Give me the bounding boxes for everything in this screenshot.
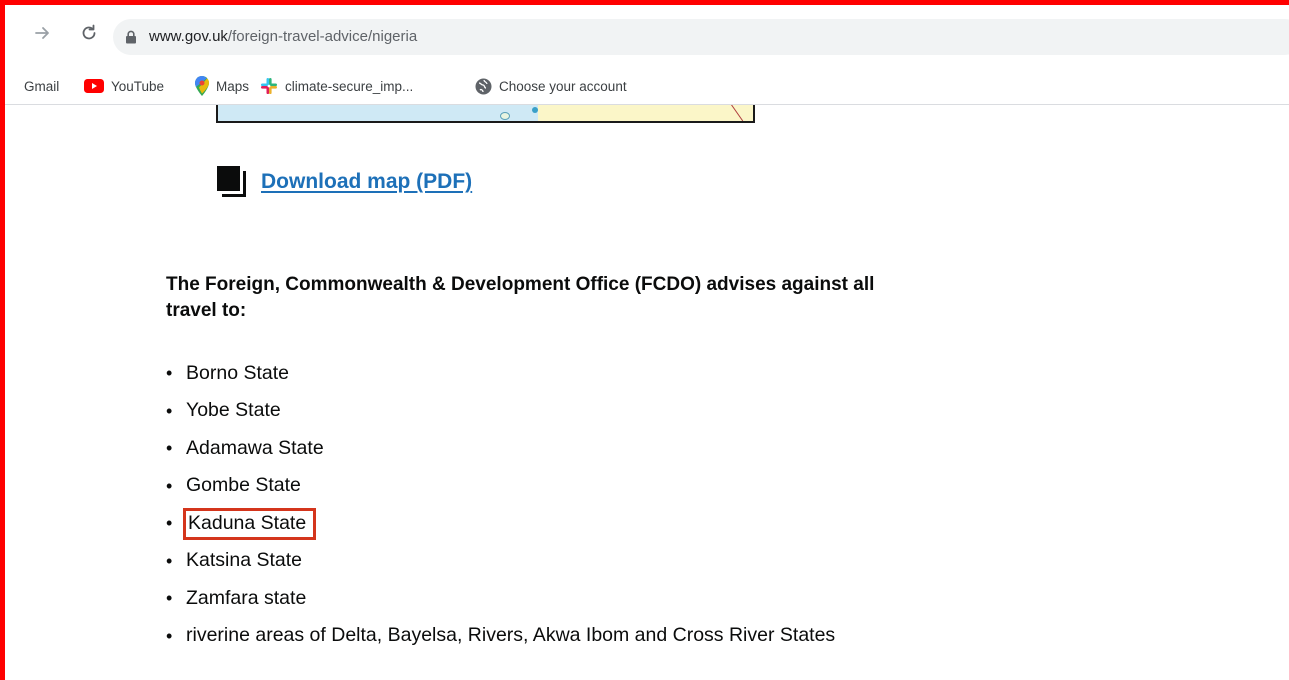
state-name: Adamawa State: [186, 436, 324, 459]
bookmark-youtube[interactable]: YouTube: [84, 76, 164, 96]
forward-button[interactable]: [31, 21, 55, 45]
list-item: • Adamawa State: [166, 430, 839, 468]
bullet: •: [166, 363, 173, 384]
url-path: /foreign-travel-advice/nigeria: [227, 28, 418, 45]
advice-heading: The Foreign, Commonwealth & Development …: [166, 274, 875, 321]
list-item: • riverine areas of Delta, Bayelsa, River…: [166, 618, 839, 656]
document-icon: [217, 166, 249, 198]
state-name: Zamfara state: [186, 586, 307, 609]
list-item: • Zamfara state: [166, 580, 839, 618]
arrow-right-icon: [35, 27, 49, 39]
url-text: www.gov.uk/foreign-travel-advice/nigeria: [149, 28, 417, 45]
browser-toolbar: www.gov.uk/foreign-travel-advice/nigeria: [5, 5, 1289, 67]
list-item: • Gombe State: [166, 468, 839, 506]
bookmark-label: Choose your account: [499, 78, 627, 94]
state-name: Yobe State: [186, 399, 281, 422]
list-item-highlighted: • Kaduna State: [166, 505, 839, 543]
bullet: •: [166, 400, 173, 421]
bookmark-maps[interactable]: Maps: [195, 76, 249, 96]
youtube-icon: [84, 79, 104, 93]
states-list: • Borno State • Yobe State • Adamawa State …: [166, 355, 839, 655]
bookmarks-bar: Gmail YouTube Maps climate-secure_imp...: [5, 67, 1289, 105]
download-map-link-row: Download map (PDF): [217, 166, 472, 198]
bookmark-label: Maps: [216, 78, 250, 94]
map-land-area: [538, 105, 753, 121]
bookmark-label: Gmail: [24, 78, 60, 94]
url-domain: www.gov.uk: [149, 28, 228, 45]
list-item: • Katsina State: [166, 543, 839, 581]
map-marker: [532, 107, 538, 113]
download-map-link[interactable]: Download map (PDF): [261, 170, 472, 194]
bullet: •: [166, 438, 173, 459]
bookmark-label: YouTube: [111, 78, 165, 94]
bookmark-choose-account[interactable]: Choose your account: [475, 76, 627, 96]
bookmark-label: climate-secure_imp...: [285, 78, 414, 94]
maps-pin-icon: [195, 76, 209, 96]
globe-icon: [475, 78, 492, 94]
map-image-fragment: [216, 105, 755, 123]
map-island: [500, 112, 510, 120]
list-item: • Borno State: [166, 355, 839, 393]
bullet: •: [166, 475, 173, 496]
state-name: Borno State: [186, 361, 289, 384]
reload-icon: [82, 24, 96, 40]
highlighted-state-name: Kaduna State: [183, 507, 317, 540]
state-name: Gombe State: [186, 474, 301, 497]
list-item: • Yobe State: [166, 393, 839, 431]
bookmark-gmail[interactable]: Gmail: [24, 76, 59, 96]
lock-icon: [126, 30, 136, 44]
state-name: Katsina State: [186, 549, 302, 572]
slack-icon: [261, 78, 277, 94]
address-bar[interactable]: www.gov.uk/foreign-travel-advice/nigeria: [113, 19, 1289, 55]
state-name: riverine areas of Delta, Bayelsa, Rivers…: [186, 624, 836, 647]
bullet: •: [166, 588, 173, 609]
reload-button[interactable]: [77, 21, 101, 45]
bullet: •: [166, 625, 173, 646]
bookmark-climate-secure[interactable]: climate-secure_imp...: [260, 76, 413, 96]
bullet: •: [166, 550, 173, 571]
